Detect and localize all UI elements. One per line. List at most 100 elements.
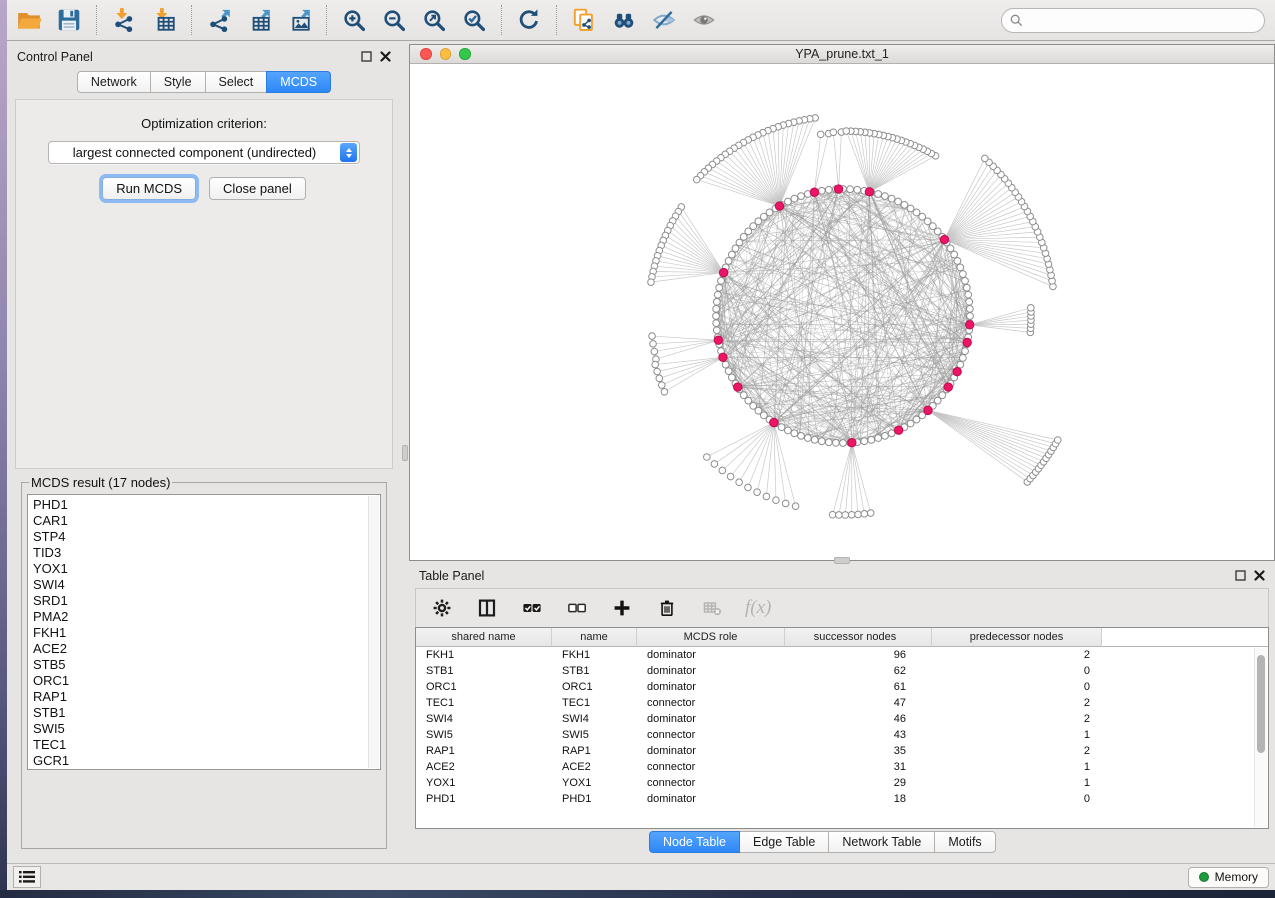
mcds-node[interactable] [719,353,727,361]
column-header-name[interactable]: name [552,628,637,647]
network-node[interactable] [867,510,874,517]
tab-network[interactable]: Network [77,71,151,93]
zoom-out-button[interactable] [374,3,414,37]
network-node[interactable] [888,195,895,202]
export-image-button[interactable] [279,3,319,37]
zoom-in-button[interactable] [334,3,374,37]
table-row[interactable]: YOX1YOX1connector291 [416,775,1268,791]
apply-layout-button[interactable] [509,3,549,37]
table-row[interactable]: STB1STB1dominator620 [416,663,1268,679]
network-node[interactable] [868,436,875,443]
network-node[interactable] [725,257,732,264]
network-node[interactable] [718,277,725,284]
network-node[interactable] [811,436,818,443]
network-node[interactable] [951,251,958,258]
network-node[interactable] [817,131,824,138]
column-header-predecessor-nodes[interactable]: predecessor nodes [932,628,1102,647]
network-node[interactable] [725,368,732,375]
network-node[interactable] [713,298,720,305]
network-node[interactable] [713,320,720,327]
mcds-node[interactable] [953,367,961,375]
table-row[interactable]: RAP1RAP1dominator352 [416,743,1268,759]
network-node[interactable] [763,493,770,500]
network-node[interactable] [704,454,711,461]
network-node[interactable] [957,361,964,368]
network-node[interactable] [855,511,862,518]
mcds-node[interactable] [714,336,722,344]
zoom-fit-button[interactable] [414,3,454,37]
network-node[interactable] [784,198,791,205]
network-node[interactable] [907,205,914,212]
network-node[interactable] [773,497,780,504]
mcds-node[interactable] [865,188,873,196]
mcds-node[interactable] [944,383,952,391]
network-node[interactable] [848,512,855,519]
mcds-node[interactable] [894,426,902,434]
open-session-button[interactable] [9,3,49,37]
tab-motifs[interactable]: Motifs [934,831,995,853]
export-network-button[interactable] [199,3,239,37]
copy-network-button[interactable] [564,3,604,37]
mcds-result-node[interactable]: TID3 [33,545,380,561]
mcds-node[interactable] [810,188,818,196]
mcds-result-node[interactable]: STP4 [33,529,380,545]
mcds-result-node[interactable]: CAR1 [33,513,380,529]
network-node[interactable] [875,191,882,198]
first-neighbors-button[interactable] [604,3,644,37]
network-node[interactable] [882,193,889,200]
mcds-node[interactable] [965,321,973,329]
network-node[interactable] [966,305,973,312]
column-header-shared-name[interactable]: shared name [416,628,552,647]
splitter-grip[interactable] [402,445,408,461]
network-node[interactable] [967,313,974,320]
network-node[interactable] [840,440,847,447]
network-node[interactable] [836,512,843,519]
network-node[interactable] [791,195,798,202]
memory-button[interactable]: Memory [1188,867,1269,888]
network-node[interactable] [888,430,895,437]
table-row[interactable]: PHD1PHD1dominator180 [416,791,1268,807]
network-node[interactable] [716,284,723,291]
mcds-result-node[interactable]: RAP1 [33,689,380,705]
table-scrollbar[interactable] [1254,648,1267,827]
network-node[interactable] [861,511,868,518]
network-node[interactable] [711,461,718,468]
network-node[interactable] [754,489,761,496]
float-panel-icon[interactable] [361,51,372,62]
network-node[interactable] [648,279,655,286]
network-node[interactable] [825,186,832,193]
network-node[interactable] [1028,304,1035,311]
network-node[interactable] [784,427,791,434]
network-node[interactable] [882,432,889,439]
table-row[interactable]: SWI4SWI4dominator462 [416,711,1268,727]
network-node[interactable] [818,187,825,194]
search-input[interactable] [1028,13,1256,27]
network-node[interactable] [982,155,989,162]
mcds-result-node[interactable]: ACE2 [33,641,380,657]
mcds-result-node[interactable]: STB1 [33,705,380,721]
mcds-result-node[interactable]: TEC1 [33,737,380,753]
network-node[interactable] [778,424,785,431]
select-all-button[interactable] [520,596,544,620]
mcds-result-node[interactable]: SRD1 [33,593,380,609]
network-node[interactable] [861,438,868,445]
network-node[interactable] [965,291,972,298]
network-node[interactable] [804,435,811,442]
mcds-node[interactable] [924,406,932,414]
network-node[interactable] [954,257,961,264]
network-node[interactable] [654,368,661,375]
network-node[interactable] [732,245,739,252]
delete-columns-button[interactable] [655,596,679,620]
mcds-result-node[interactable]: STB5 [33,657,380,673]
tab-style[interactable]: Style [150,71,206,93]
network-node[interactable] [736,479,743,486]
table-mode-button[interactable] [430,596,454,620]
tab-network-table[interactable]: Network Table [828,831,935,853]
deselect-all-button[interactable] [565,596,589,620]
network-node[interactable] [854,186,861,193]
mcds-node[interactable] [848,438,856,446]
network-node[interactable] [713,305,720,312]
scrollbar-thumb[interactable] [1257,655,1265,753]
tab-select[interactable]: Select [205,71,268,93]
table-row[interactable]: TEC1TEC1connector472 [416,695,1268,711]
